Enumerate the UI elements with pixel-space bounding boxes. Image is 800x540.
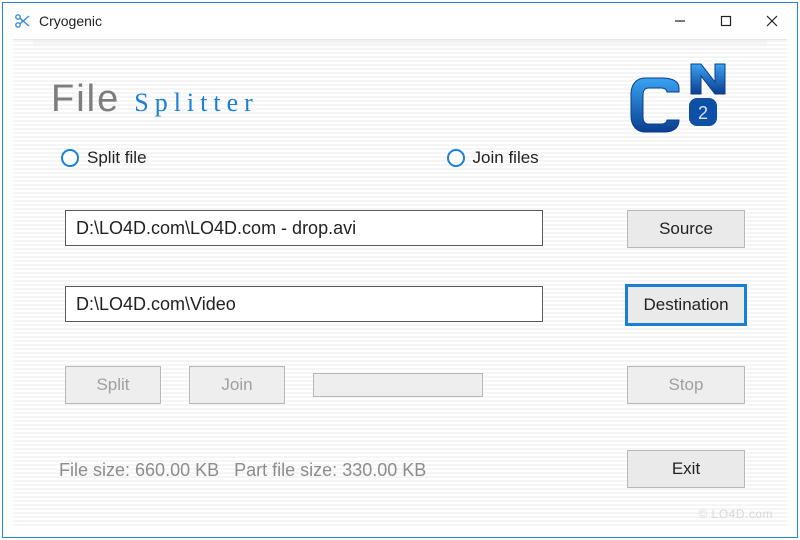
window-title: Cryogenic [39,13,102,29]
maximize-button[interactable] [703,6,749,36]
exit-button[interactable]: Exit [627,450,745,488]
titlebar: Cryogenic [3,3,797,39]
join-files-radio[interactable]: Join files [447,148,539,168]
source-row: D:\LO4D.com\LO4D.com - drop.avi [65,210,543,246]
watermark-text: © LO4D.com [698,507,773,521]
mode-radios: Split file Join files [61,148,539,168]
radio-circle-icon [447,149,465,167]
source-button[interactable]: Source [627,210,745,248]
source-path-input[interactable]: D:\LO4D.com\LO4D.com - drop.avi [65,210,543,246]
scissors-icon [13,12,31,30]
app-window: Cryogenic File Splitter [2,2,798,538]
status-text: File size: 660.00 KB Part file size: 330… [59,460,426,481]
svg-text:2: 2 [698,103,708,123]
part-size-value: 330.00 KB [342,460,426,480]
split-button-label: Split [96,375,129,395]
destination-button-label: Destination [643,295,728,315]
stop-button[interactable]: Stop [627,366,745,404]
app-heading: File Splitter [51,78,259,121]
action-row: Split Join [65,366,483,404]
file-size-value: 660.00 KB [135,460,219,480]
file-size-label: File size: [59,460,130,480]
client-area: File Splitter [13,39,787,527]
stop-button-label: Stop [669,375,704,395]
radio-circle-icon [61,149,79,167]
progress-bar [313,373,483,397]
destination-path-input[interactable]: D:\LO4D.com\Video [65,286,543,322]
join-button-label: Join [221,375,252,395]
split-file-radio-label: Split file [87,148,147,168]
split-button[interactable]: Split [65,366,161,404]
destination-row: D:\LO4D.com\Video [65,286,543,322]
source-button-label: Source [659,219,713,239]
close-button[interactable] [749,6,795,36]
destination-button[interactable]: Destination [627,286,745,324]
part-size-label: Part file size: [234,460,337,480]
join-files-radio-label: Join files [473,148,539,168]
minimize-button[interactable] [657,6,703,36]
heading-word-file: File [51,78,120,121]
join-button[interactable]: Join [189,366,285,404]
split-file-radio[interactable]: Split file [61,148,147,168]
heading-word-splitter: Splitter [134,88,259,118]
app-logo-icon: 2 [629,58,739,138]
top-shadow [33,40,767,48]
exit-button-label: Exit [672,459,700,479]
